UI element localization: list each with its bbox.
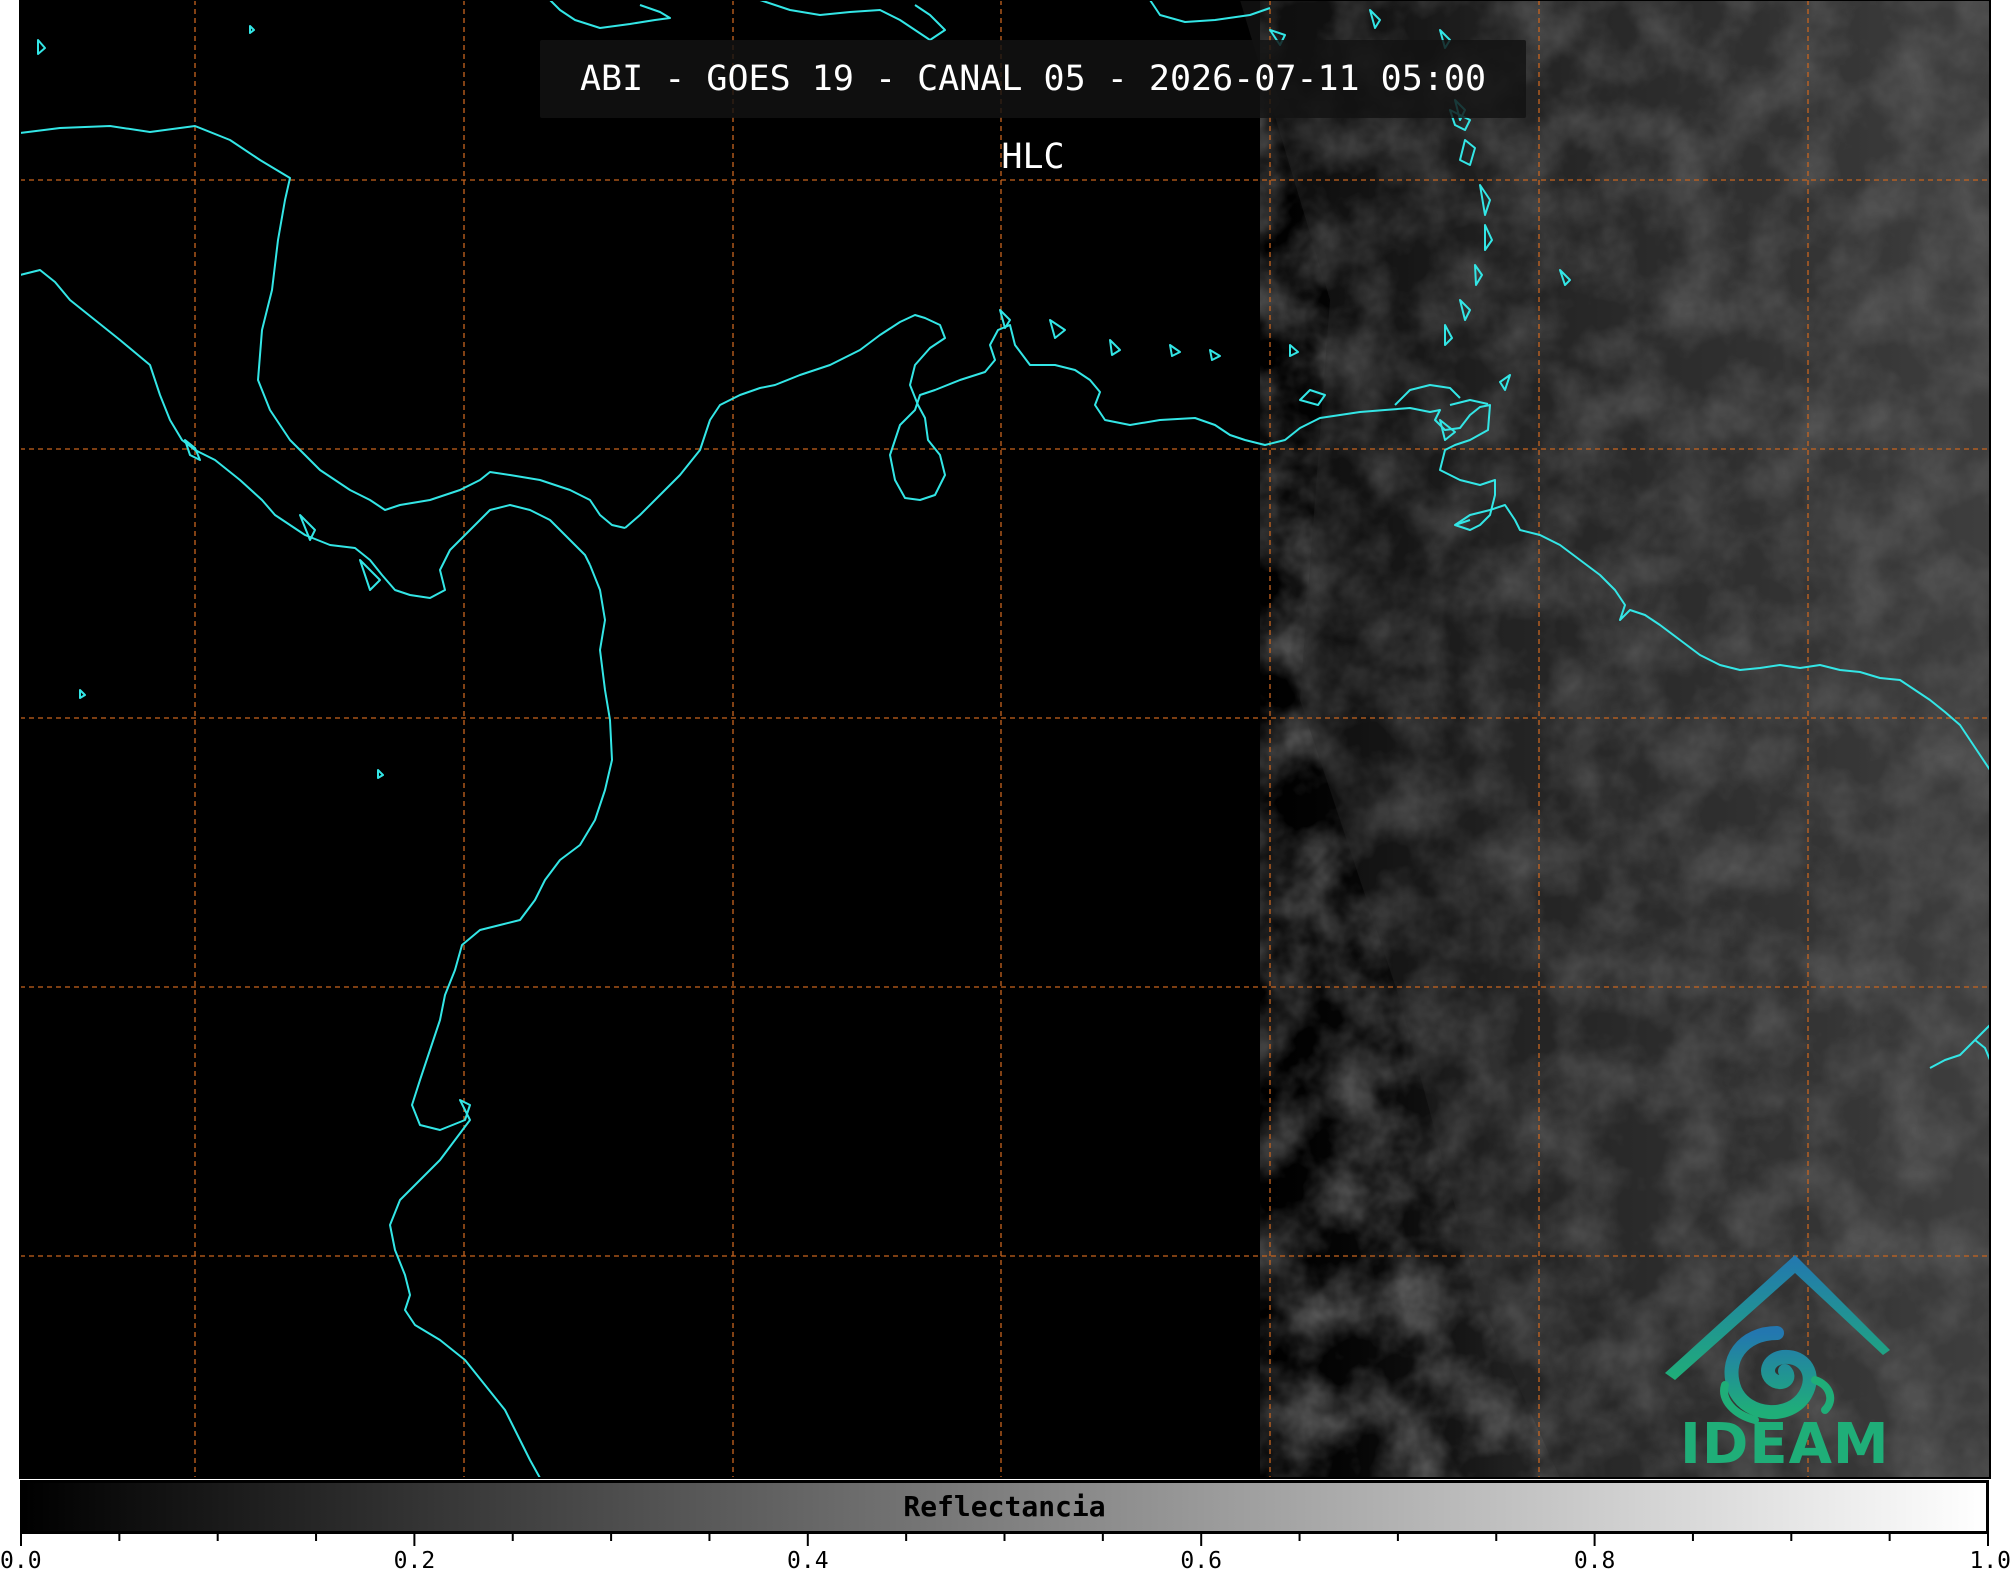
colorbar-tick-label: 0.8 bbox=[1574, 1548, 1616, 1574]
colorbar-tick-label: 1.0 bbox=[1969, 1548, 2011, 1574]
colorbar-tick-label: 0.0 bbox=[0, 1548, 42, 1574]
colorbar-tick-label: 0.4 bbox=[787, 1548, 829, 1574]
map-title: ABI - GOES 19 - CANAL 05 - 2026-07-11 05… bbox=[579, 59, 1487, 177]
logo-text: IDEAM bbox=[1680, 1412, 1890, 1477]
colorbar-tick-label: 0.2 bbox=[394, 1548, 436, 1574]
colorbar-axis: 0.0 0.2 0.4 0.6 0.8 1.0 bbox=[0, 1534, 2011, 1574]
colorbar-tick-label: 0.6 bbox=[1180, 1548, 1222, 1574]
colorbar-label: Reflectancia bbox=[903, 1490, 1106, 1523]
